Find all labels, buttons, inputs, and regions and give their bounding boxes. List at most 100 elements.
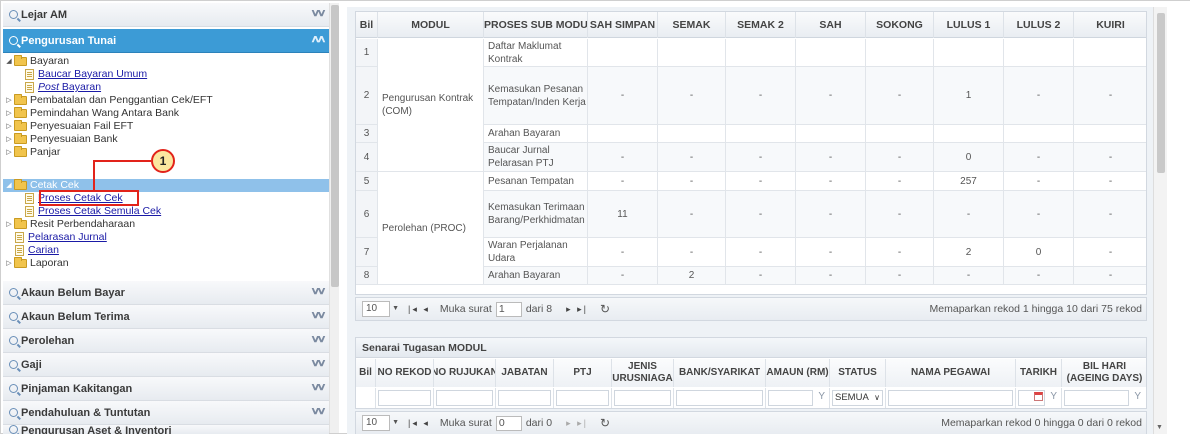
column-header-lulus-1[interactable]: LULUS 1 (934, 12, 1004, 38)
tree-link-label[interactable]: Pelarasan Jurnal (28, 231, 107, 244)
chevron-double-down-icon[interactable]: ∨∨ (311, 382, 327, 393)
filter-no-rujukan[interactable] (434, 388, 496, 408)
filter-bil-hari[interactable]: Y (1062, 388, 1146, 408)
collapsed-arrow-icon[interactable]: ▷ (5, 133, 13, 146)
status-filter-select[interactable]: SEMUA ∨ (832, 390, 883, 406)
tree-folder-bayaran[interactable]: ◢ Bayaran (5, 55, 69, 68)
main-scrollbar[interactable]: ▼ (1153, 7, 1167, 434)
filter-status[interactable]: SEMUA ∨ (830, 388, 886, 408)
tree-folder-pemindahan-wang[interactable]: ▷ Pemindahan Wang Antara Bank (5, 107, 179, 120)
accordion-gaji[interactable]: Gaji ∨∨ (3, 353, 329, 377)
tree-folder-penyesuaian-bank[interactable]: ▷ Penyesuaian Bank (5, 133, 118, 146)
filter-nama-pegawai[interactable] (886, 388, 1016, 408)
tree-link-post-bayaran[interactable]: Post Bayaran (23, 81, 101, 94)
column-header-bil[interactable]: Bil (356, 359, 376, 387)
chevron-double-down-icon[interactable]: ∨∨ (311, 286, 327, 297)
refresh-icon[interactable]: ↻ (600, 416, 610, 430)
page-size-select[interactable]: 10 (362, 415, 399, 431)
column-header-bank-syarikat[interactable]: BANK/SYARIKAT (674, 359, 766, 387)
filter-bank-syarikat[interactable] (674, 388, 766, 408)
accordion-akaun-belum-bayar[interactable]: Akaun Belum Bayar ∨∨ (3, 281, 329, 305)
collapsed-arrow-icon[interactable]: ▷ (5, 146, 13, 159)
column-header-no-rujukan[interactable]: NO RUJUKAN (434, 359, 496, 387)
accordion-pinjaman-kakitangan[interactable]: Pinjaman Kakitangan ∨∨ (3, 377, 329, 401)
column-header-sah[interactable]: SAH (796, 12, 866, 38)
tree-link-proses-cetak-semula-cek[interactable]: Proses Cetak Semula Cek (23, 205, 161, 218)
column-header-tarikh[interactable]: TARIKH (1016, 359, 1062, 387)
next-last-page-icons[interactable]: ▸ ▸| (566, 304, 588, 315)
expanded-arrow-icon[interactable]: ◢ (5, 55, 13, 68)
first-prev-page-icons[interactable]: |◂ ◂ (408, 418, 430, 429)
tree-link-label[interactable]: Proses Cetak Semula Cek (38, 205, 161, 218)
scrollbar-thumb[interactable] (331, 5, 339, 287)
column-header-proses-sub-modul[interactable]: PROSES SUB MODUL (484, 12, 588, 38)
tree-folder-resit-perbendaharaan[interactable]: ▷ Resit Perbendaharaan (5, 218, 135, 231)
accordion-pendahuluan-tuntutan[interactable]: Pendahuluan & Tuntutan ∨∨ (3, 401, 329, 425)
next-last-page-icons[interactable]: ▸ ▸| (566, 418, 588, 429)
column-header-no-rekod[interactable]: NO REKOD (376, 359, 434, 387)
page-number-input[interactable]: 0 (495, 415, 522, 431)
column-header-amaun[interactable]: AMAUN (RM) (766, 359, 830, 387)
accordion-perolehan[interactable]: Perolehan ∨∨ (3, 329, 329, 353)
collapsed-arrow-icon[interactable]: ▷ (5, 107, 13, 120)
column-header-jenis-urusniaga[interactable]: JENIS URUSNIAGA (612, 359, 674, 387)
page-number-input[interactable]: 1 (495, 301, 522, 317)
filter-input[interactable] (888, 390, 1013, 406)
collapsed-arrow-icon[interactable]: ▷ (5, 94, 13, 107)
filter-funnel-icon[interactable]: Y (1050, 391, 1057, 402)
column-header-ptj[interactable]: PTJ (554, 359, 612, 387)
tree-folder-panjar[interactable]: ▷ Panjar (5, 146, 60, 159)
tree-link-carian[interactable]: Carian (13, 244, 59, 257)
tree-folder-penyesuaian-fail-eft[interactable]: ▷ Penyesuaian Fail EFT (5, 120, 133, 133)
filter-input[interactable] (676, 390, 763, 406)
collapsed-arrow-icon[interactable]: ▷ (5, 218, 13, 231)
chevron-double-down-icon[interactable]: ∨∨ (311, 406, 327, 417)
scrollbar-thumb[interactable] (1157, 13, 1165, 173)
chevron-double-down-icon[interactable]: ∨∨ (311, 8, 327, 19)
first-prev-page-icons[interactable]: |◂ ◂ (408, 304, 430, 315)
filter-funnel-icon[interactable]: Y (818, 391, 825, 402)
tree-link-baucar-bayaran-umum[interactable]: Baucar Bayaran Umum (23, 68, 147, 81)
chevron-double-down-icon[interactable]: ∨∨ (311, 358, 327, 369)
page-size-select[interactable]: 10 (362, 301, 399, 317)
filter-input[interactable] (556, 390, 609, 406)
filter-input[interactable] (378, 390, 431, 406)
filter-ptj[interactable] (554, 388, 612, 408)
accordion-akaun-belum-terima[interactable]: Akaun Belum Terima ∨∨ (3, 305, 329, 329)
column-header-semak[interactable]: SEMAK (658, 12, 726, 38)
filter-tarikh[interactable]: Y (1016, 388, 1062, 408)
chevron-double-up-icon[interactable]: ∧∧ (311, 34, 327, 45)
column-header-bil[interactable]: Bil (356, 12, 378, 38)
filter-input[interactable] (498, 390, 551, 406)
filter-jenis-urusniaga[interactable] (612, 388, 674, 408)
accordion-pengurusan-aset[interactable]: Pengurusan Aset & Inventori (3, 425, 329, 434)
tree-link-label[interactable]: Post Bayaran (38, 81, 101, 94)
filter-input[interactable] (1064, 390, 1129, 406)
filter-funnel-icon[interactable]: Y (1134, 391, 1141, 402)
column-header-bil-hari[interactable]: BIL HARI (AGEING DAYS) (1062, 359, 1146, 387)
column-header-status[interactable]: STATUS (830, 359, 886, 387)
column-header-kuiri[interactable]: KUIRI (1074, 12, 1146, 38)
filter-no-rekod[interactable] (376, 388, 434, 408)
chevron-double-down-icon[interactable]: ∨∨ (311, 334, 327, 345)
tree-link-pelarasan-jurnal[interactable]: Pelarasan Jurnal (13, 231, 107, 244)
tree-link-label[interactable]: Carian (28, 244, 59, 257)
column-header-sah-simpan[interactable]: SAH SIMPAN (588, 12, 658, 38)
filter-input[interactable] (436, 390, 493, 406)
collapsed-arrow-icon[interactable]: ▷ (5, 257, 13, 270)
accordion-pengurusan-tunai[interactable]: Pengurusan Tunai ∧∧ (3, 29, 329, 53)
expanded-arrow-icon[interactable]: ◢ (5, 179, 13, 192)
column-header-modul[interactable]: MODUL (378, 12, 484, 38)
filter-amaun[interactable]: Y (766, 388, 830, 408)
tree-folder-laporan[interactable]: ▷ Laporan (5, 257, 69, 270)
refresh-icon[interactable]: ↻ (600, 302, 610, 316)
column-header-sokong[interactable]: SOKONG (866, 12, 934, 38)
tree-folder-pembatalan[interactable]: ▷ Pembatalan dan Penggantian Cek/EFT (5, 94, 213, 107)
column-header-semak-2[interactable]: SEMAK 2 (726, 12, 796, 38)
filter-jabatan[interactable] (496, 388, 554, 408)
column-header-jabatan[interactable]: JABATAN (496, 359, 554, 387)
chevron-double-down-icon[interactable]: ∨∨ (311, 310, 327, 321)
filter-input[interactable] (768, 390, 813, 406)
accordion-lejar-am[interactable]: Lejar AM ∨∨ (3, 3, 329, 27)
calendar-icon[interactable] (1034, 392, 1043, 401)
